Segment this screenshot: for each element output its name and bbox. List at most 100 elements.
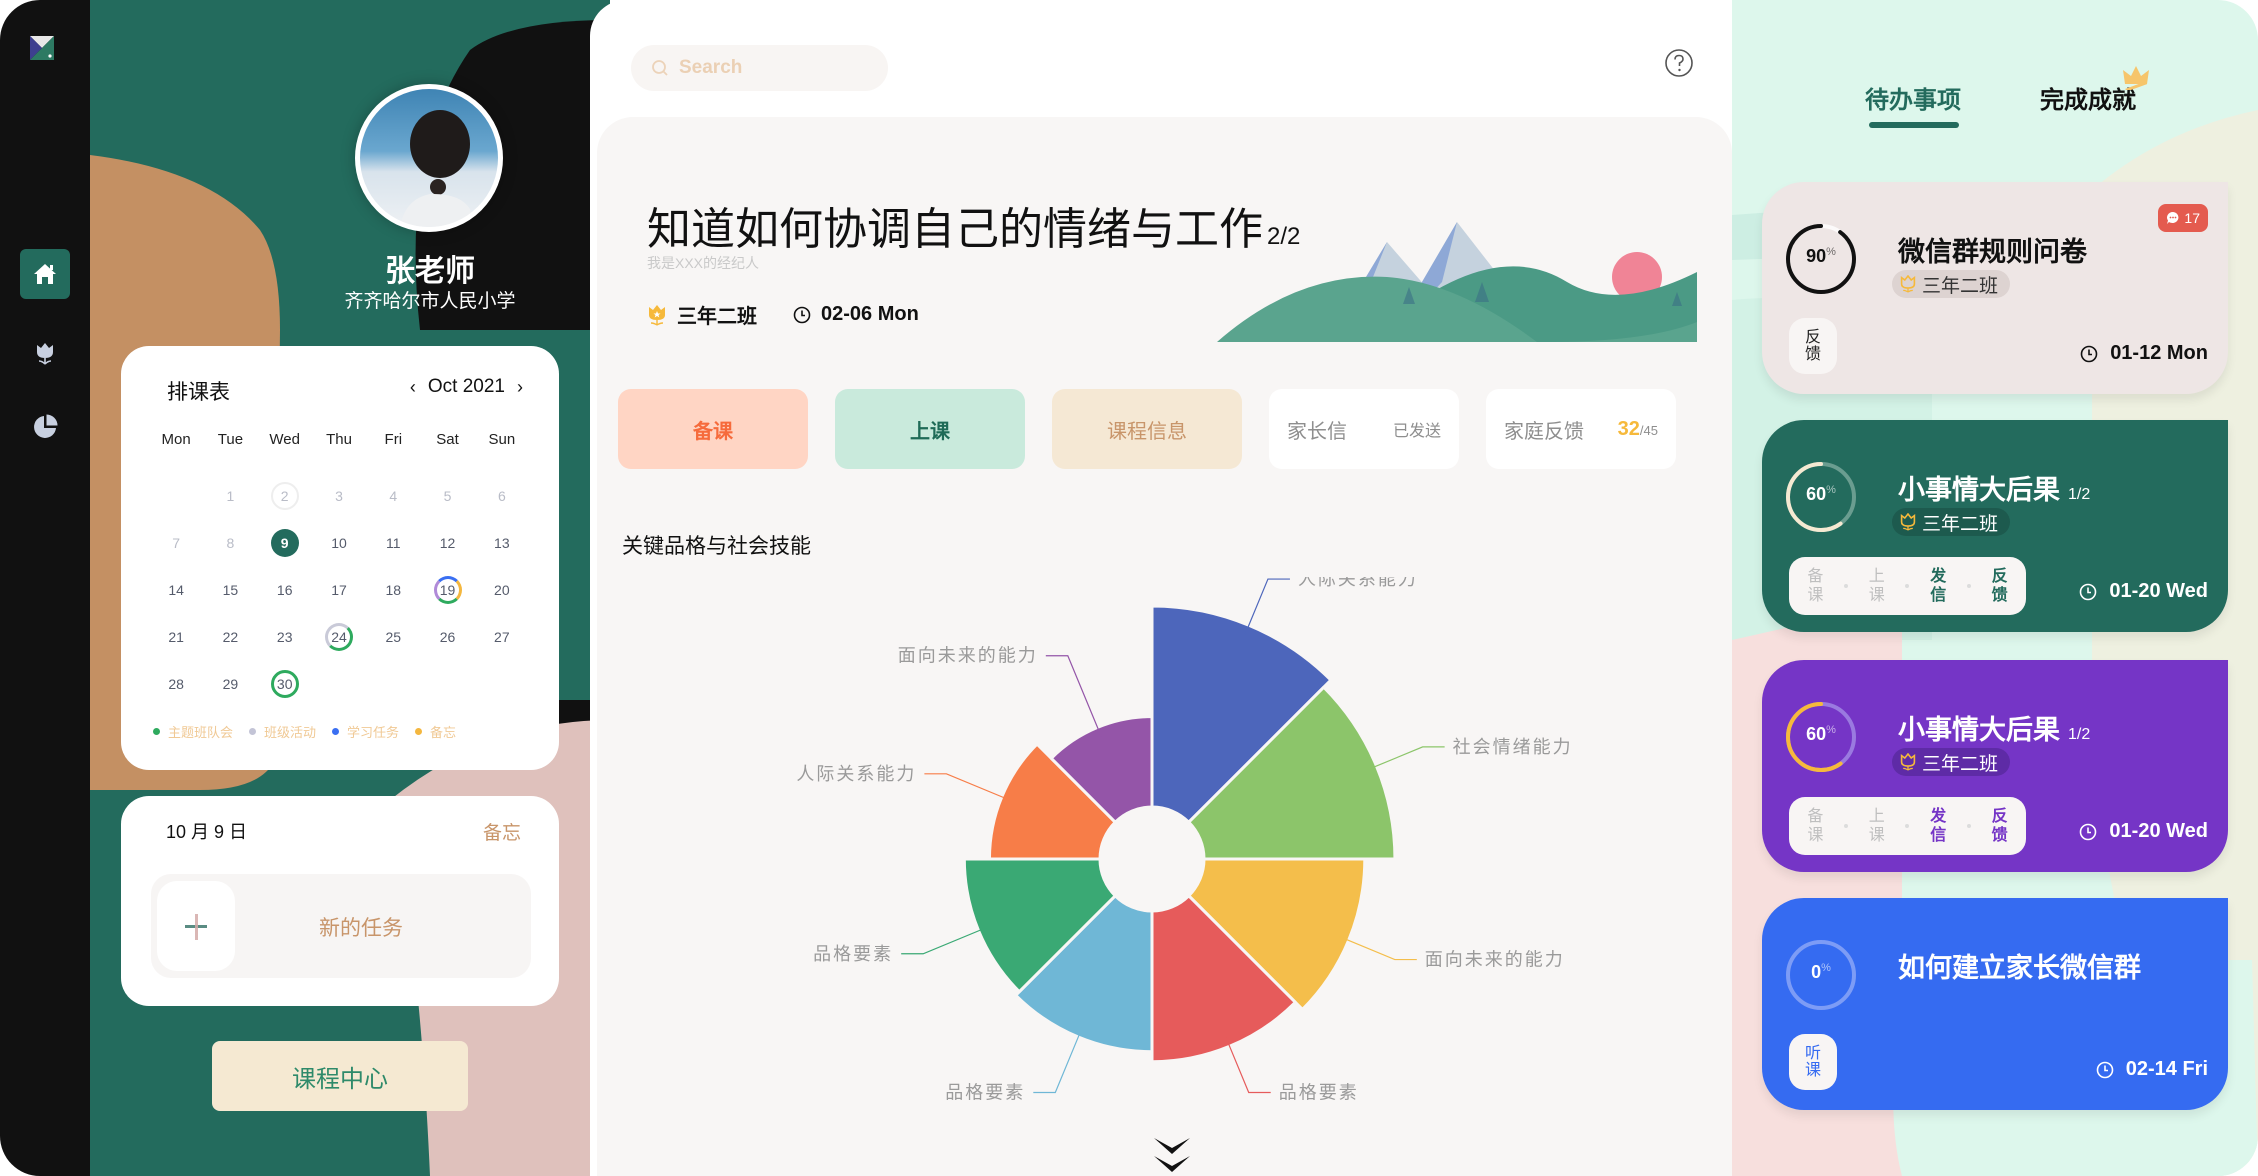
calendar-day[interactable]: 23 — [258, 613, 312, 660]
calendar-day-number[interactable]: 7 — [162, 529, 190, 557]
memo-link[interactable]: 备忘 — [483, 818, 521, 845]
sidebar-item-statistics[interactable] — [20, 402, 70, 452]
task-step[interactable]: 反馈 — [1992, 807, 2008, 845]
calendar-day[interactable]: 13 — [475, 519, 529, 566]
task-step-bar: 备课 上课 发信 反馈 — [1789, 557, 2026, 615]
calendar-day-number[interactable]: 9 — [270, 528, 299, 557]
calendar-day[interactable]: 20 — [475, 566, 529, 613]
calendar-day[interactable]: 15 — [203, 566, 257, 613]
calendar-day[interactable]: 8 — [203, 519, 257, 566]
step-separator — [1905, 584, 1910, 588]
calendar-day[interactable]: 16 — [258, 566, 312, 613]
calendar-day[interactable]: 26 — [420, 613, 474, 660]
task-step[interactable]: 发信 — [1930, 567, 1946, 605]
calendar-day[interactable]: 14 — [149, 566, 203, 613]
calendar-day[interactable]: 12 — [420, 519, 474, 566]
lesson-date: 02-06 Mon — [793, 303, 919, 326]
calendar-day[interactable]: 21 — [149, 613, 203, 660]
task-card[interactable]: 60% 小事情大后果 1/2 三年二班 01-20 Wed 备课 上课 发信 反馈 — [1762, 420, 2228, 632]
calendar-day[interactable]: 30 — [258, 660, 312, 707]
task-step[interactable]: 上课 — [1869, 567, 1885, 605]
teach-button[interactable]: 上课 — [835, 389, 1025, 469]
calendar-day[interactable]: 9 — [258, 519, 312, 566]
calendar-day[interactable]: 17 — [312, 566, 366, 613]
task-step[interactable]: 备课 — [1807, 567, 1823, 605]
calendar-day[interactable]: 10 — [312, 519, 366, 566]
task-step[interactable]: 反馈 — [1992, 567, 2008, 605]
new-task-button[interactable]: 新的任务 — [151, 874, 531, 978]
calendar-day[interactable]: 18 — [366, 566, 420, 613]
task-card[interactable]: 0% 如何建立家长微信群 02-14 Fri 听 课 — [1762, 898, 2228, 1110]
calendar-day-number[interactable]: 18 — [379, 576, 407, 604]
calendar-day[interactable]: 6 — [475, 472, 529, 519]
calendar-day-number[interactable]: 26 — [434, 623, 462, 651]
calendar-day-number[interactable]: 4 — [379, 482, 407, 510]
parent-letter-button[interactable]: 家长信 已发送 — [1269, 389, 1459, 469]
calendar-day[interactable]: 28 — [149, 660, 203, 707]
calendar-day-number[interactable]: 24 — [324, 622, 353, 651]
calendar-day-number[interactable]: 2 — [270, 481, 299, 510]
family-feedback-button[interactable]: 家庭反馈 32/45 — [1486, 389, 1676, 469]
calendar-day[interactable]: 5 — [420, 472, 474, 519]
calendar-day-number[interactable]: 29 — [216, 670, 244, 698]
sidebar-item-home[interactable] — [20, 249, 70, 299]
calendar-day-number[interactable]: 28 — [162, 670, 190, 698]
calendar-day[interactable]: 3 — [312, 472, 366, 519]
calendar-day[interactable]: 29 — [203, 660, 257, 707]
task-step[interactable]: 上课 — [1869, 807, 1885, 845]
task-due-date: 01-20 Wed — [2079, 820, 2208, 843]
calendar-day-number[interactable]: 3 — [325, 482, 353, 510]
calendar-day[interactable]: 19 — [420, 566, 474, 613]
calendar-day-number[interactable]: 1 — [216, 482, 244, 510]
tulip-icon — [1900, 753, 1916, 771]
calendar-day-number[interactable]: 20 — [488, 576, 516, 604]
comment-badge[interactable]: 17 — [2158, 204, 2208, 232]
calendar-day[interactable]: 4 — [366, 472, 420, 519]
sidebar-item-flower[interactable] — [20, 328, 70, 378]
calendar-day-number[interactable]: 19 — [433, 575, 462, 604]
search-input[interactable] — [679, 57, 859, 79]
calendar-day[interactable]: 1 — [203, 472, 257, 519]
calendar-day[interactable]: 7 — [149, 519, 203, 566]
scroll-down-icon[interactable] — [1152, 1132, 1192, 1176]
calendar-day-number[interactable]: 27 — [488, 623, 516, 651]
calendar-day[interactable]: 11 — [366, 519, 420, 566]
calendar-day-number[interactable]: 22 — [216, 623, 244, 651]
calendar-day-number[interactable]: 21 — [162, 623, 190, 651]
tab-todo[interactable]: 待办事项 — [1865, 80, 1961, 115]
calendar-day-number[interactable]: 14 — [162, 576, 190, 604]
calendar-day[interactable]: 25 — [366, 613, 420, 660]
course-info-button[interactable]: 课程信息 — [1052, 389, 1242, 469]
calendar-day[interactable]: 2 — [258, 472, 312, 519]
calendar-day-number[interactable]: 10 — [325, 529, 353, 557]
calendar-day-number[interactable]: 25 — [379, 623, 407, 651]
task-action-button[interactable]: 听 课 — [1789, 1034, 1837, 1090]
calendar-day-number[interactable]: 23 — [271, 623, 299, 651]
prev-month-button[interactable]: ‹ — [410, 377, 416, 398]
calendar-day-number[interactable]: 15 — [216, 576, 244, 604]
task-step[interactable]: 发信 — [1930, 807, 1946, 845]
next-month-button[interactable]: › — [517, 377, 523, 398]
calendar-day-number[interactable]: 11 — [379, 529, 407, 557]
calendar-day-number[interactable]: 30 — [270, 669, 299, 698]
calendar-day-number[interactable]: 17 — [325, 576, 353, 604]
calendar-day[interactable]: 24 — [312, 613, 366, 660]
calendar-day-number[interactable]: 8 — [216, 529, 244, 557]
task-card[interactable]: 90% 微信群规则问卷 三年二班 01-12 Mon 反 馈 17 — [1762, 182, 2228, 394]
task-card[interactable]: 60% 小事情大后果 1/2 三年二班 01-20 Wed 备课 上课 发信 反馈 — [1762, 660, 2228, 872]
calendar-day-number[interactable]: 12 — [434, 529, 462, 557]
prepare-lesson-button[interactable]: 备课 — [618, 389, 808, 469]
task-action-button[interactable]: 反 馈 — [1789, 318, 1837, 374]
help-icon[interactable] — [1664, 48, 1694, 78]
course-center-button[interactable]: 课程中心 — [212, 1041, 468, 1111]
calendar-day[interactable]: 22 — [203, 613, 257, 660]
avatar[interactable] — [355, 84, 503, 232]
calendar-day-number[interactable]: 13 — [488, 529, 516, 557]
calendar-day-number[interactable]: 6 — [488, 482, 516, 510]
calendar-day-number[interactable]: 16 — [271, 576, 299, 604]
calendar-day[interactable]: 27 — [475, 613, 529, 660]
task-step[interactable]: 备课 — [1807, 807, 1823, 845]
task-date-text: 01-12 Mon — [2110, 342, 2208, 364]
search-bar[interactable] — [631, 45, 888, 91]
calendar-day-number[interactable]: 5 — [434, 482, 462, 510]
